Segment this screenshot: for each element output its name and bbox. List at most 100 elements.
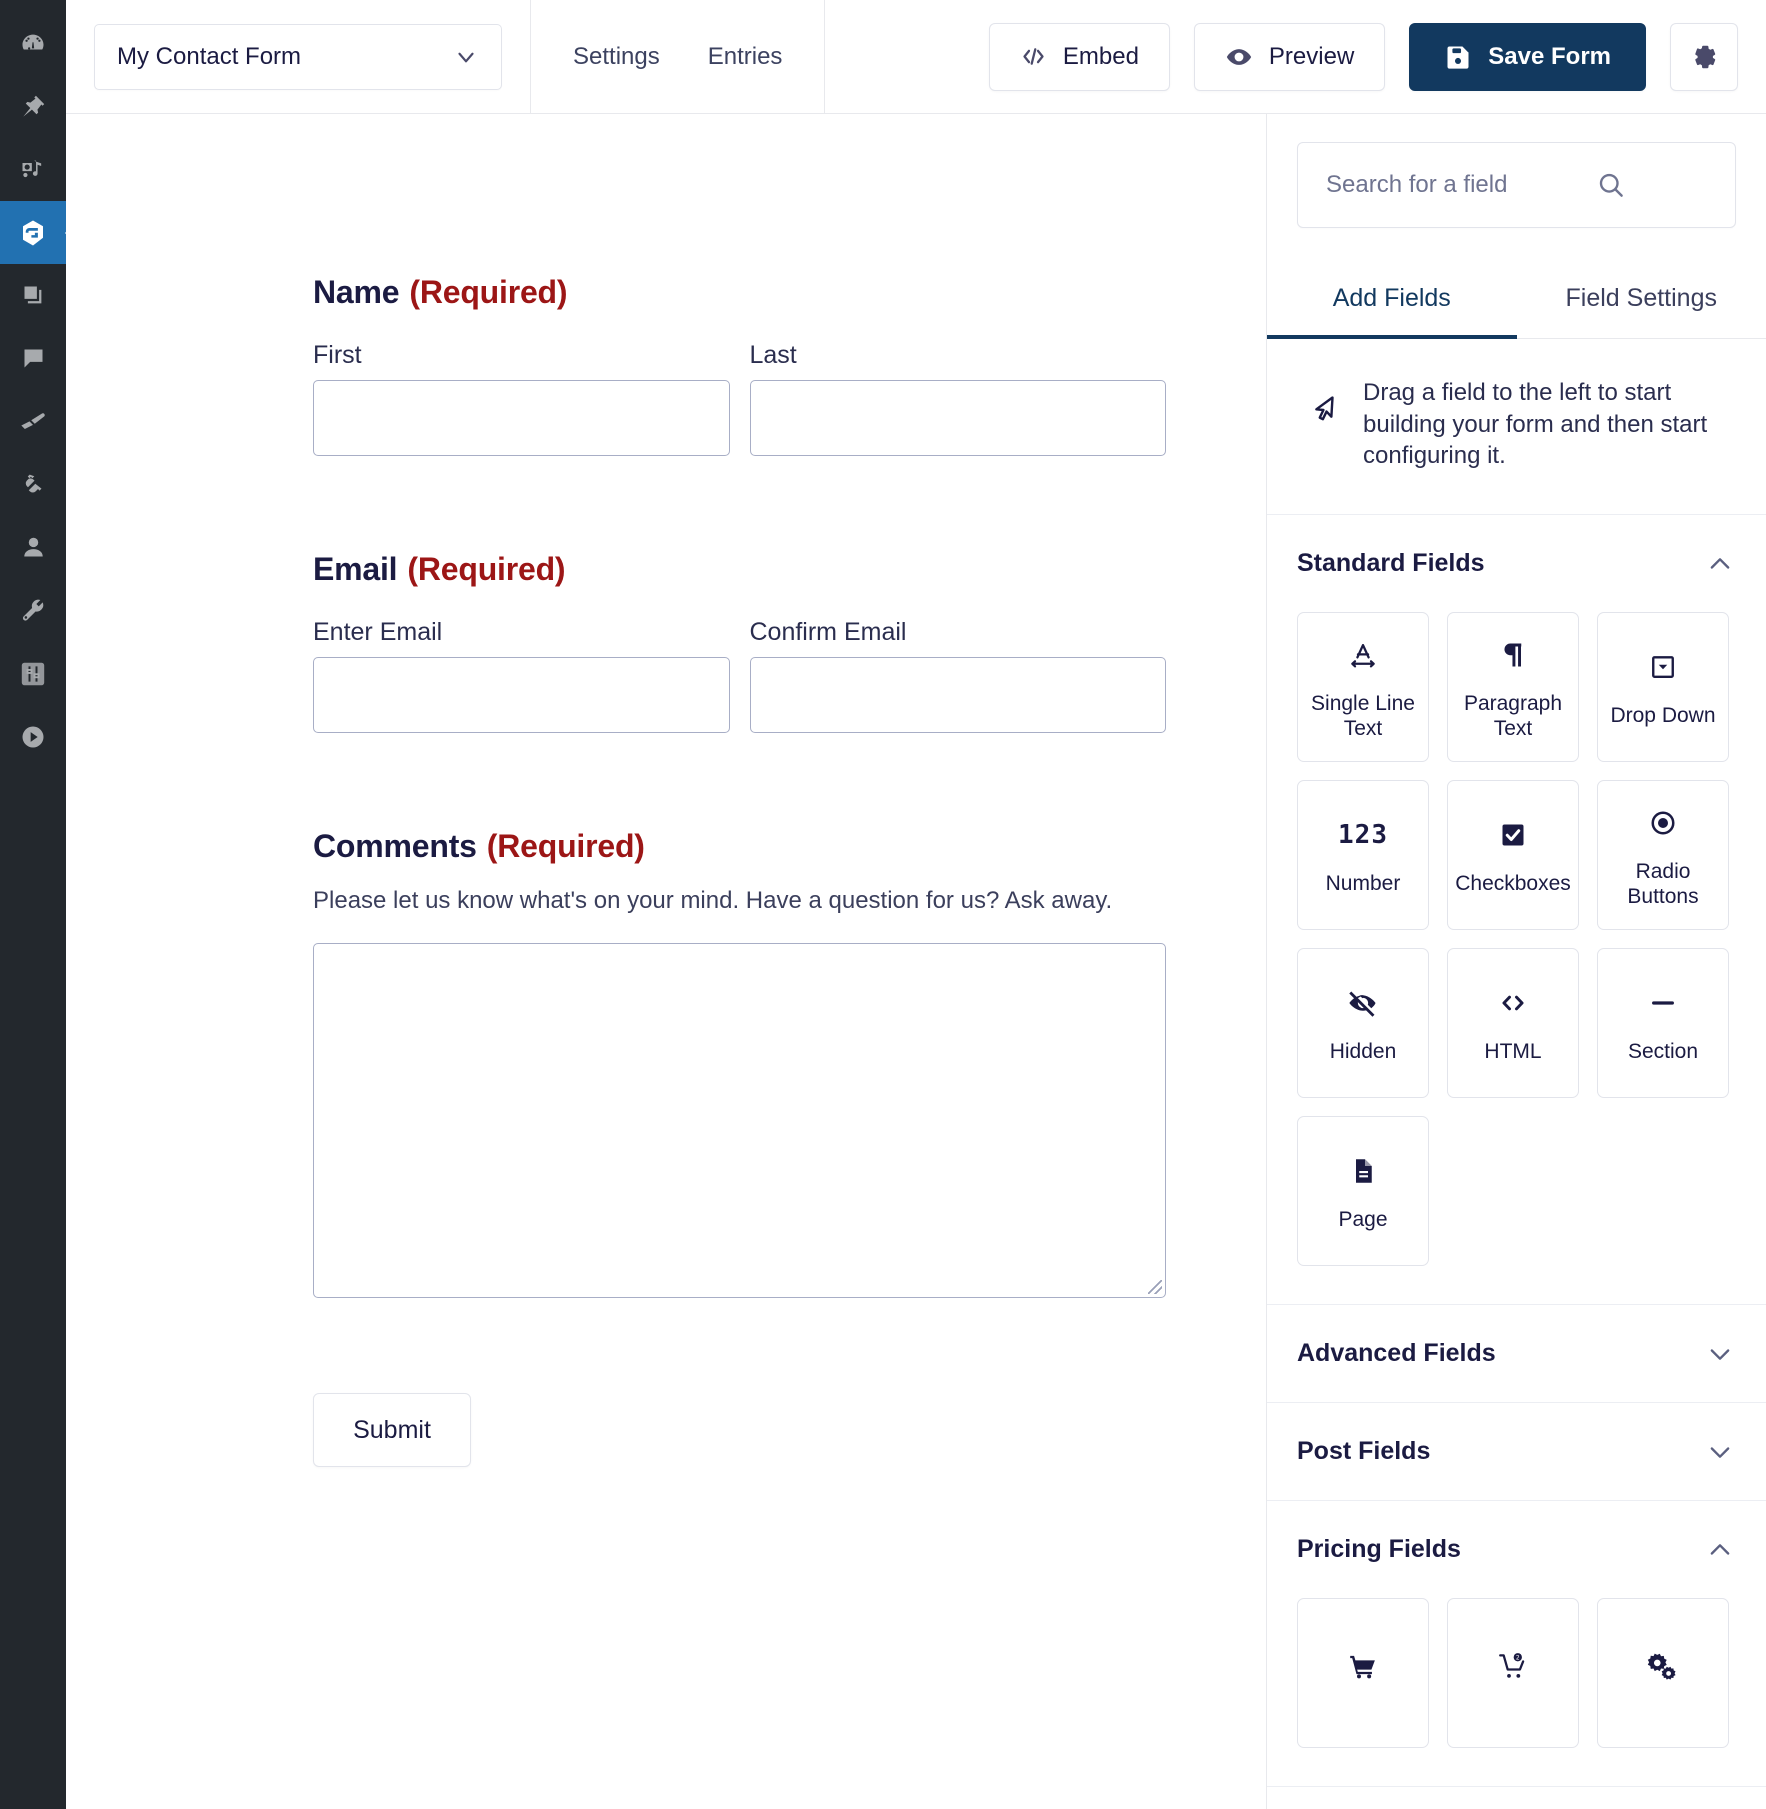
subfield-label: Enter Email bbox=[313, 618, 443, 646]
form-switcher-wrap: My Contact Form bbox=[66, 23, 530, 90]
form-settings-gear-button[interactable] bbox=[1670, 22, 1738, 91]
sidebar-item-gravity-forms[interactable] bbox=[0, 201, 74, 264]
paragraph-icon bbox=[1497, 633, 1529, 677]
tab-add-fields[interactable]: Add Fields bbox=[1267, 266, 1517, 339]
enter-email-input[interactable] bbox=[313, 657, 730, 733]
gravity-forms-editor: My Contact Form Settings Entries Embed P… bbox=[0, 0, 1766, 1809]
section-advanced-fields: Advanced Fields bbox=[1267, 1305, 1766, 1404]
subfield-label: First bbox=[313, 341, 362, 369]
field-panel: Search for a field Add Fields Field Sett… bbox=[1266, 114, 1766, 1809]
panel-tabs: Add Fields Field Settings bbox=[1267, 266, 1766, 339]
field-tile-html[interactable]: HTML bbox=[1447, 948, 1579, 1099]
field-tile-product[interactable] bbox=[1297, 1598, 1429, 1749]
sidebar-item-appearance[interactable] bbox=[0, 390, 66, 453]
tab-settings[interactable]: Settings bbox=[549, 43, 684, 71]
field-tile-drop-down[interactable]: Drop Down bbox=[1597, 612, 1729, 763]
form-field-name[interactable]: Name (Required) First Last bbox=[313, 274, 1166, 456]
panel-hint-text: Drag a field to the left to start buildi… bbox=[1363, 379, 1708, 470]
chevron-down-icon[interactable] bbox=[1706, 1438, 1734, 1466]
section-header-post-fields[interactable]: Post Fields bbox=[1267, 1403, 1766, 1500]
save-form-button[interactable]: Save Form bbox=[1409, 22, 1646, 91]
sidebar-item-pages[interactable] bbox=[0, 264, 66, 327]
gear-icon bbox=[1689, 42, 1719, 72]
section-title: Standard Fields bbox=[1297, 549, 1485, 578]
sidebar-item-media[interactable] bbox=[0, 138, 66, 201]
chevron-up-icon[interactable] bbox=[1706, 1536, 1734, 1564]
field-tile-single-line-text[interactable]: Single Line Text bbox=[1297, 612, 1429, 763]
sidebar-item-dashboard[interactable] bbox=[0, 12, 66, 75]
section-header-pricing-fields[interactable]: Pricing Fields bbox=[1267, 1501, 1766, 1598]
field-tile-checkboxes[interactable]: Checkboxes bbox=[1447, 780, 1579, 931]
media-icon bbox=[19, 156, 47, 184]
pin-icon bbox=[19, 93, 47, 121]
embed-button[interactable]: Embed bbox=[988, 22, 1170, 91]
field-tile-label: Drop Down bbox=[1610, 704, 1716, 728]
submit-button[interactable]: Submit bbox=[313, 1393, 471, 1467]
tab-entries[interactable]: Entries bbox=[684, 43, 807, 71]
field-tile-label: Number bbox=[1325, 872, 1401, 896]
form-field-email[interactable]: Email (Required) Enter Email Confirm Emai… bbox=[313, 551, 1166, 733]
field-description: Please let us know what's on your mind. … bbox=[313, 887, 1113, 914]
sidebar-item-pins[interactable] bbox=[0, 75, 66, 138]
sidebar-item-media-player[interactable] bbox=[0, 705, 66, 768]
gears-icon bbox=[1647, 1644, 1679, 1688]
sidebar-item-settings[interactable] bbox=[0, 642, 66, 705]
user-icon bbox=[20, 534, 47, 561]
field-subrow: Enter Email Confirm Email bbox=[313, 618, 1166, 733]
sidebar-item-plugins[interactable] bbox=[0, 453, 66, 516]
floppy-disk-icon bbox=[1444, 43, 1472, 71]
required-indicator: (Required) bbox=[486, 828, 645, 864]
resize-grip-icon[interactable] bbox=[1148, 1280, 1162, 1294]
field-tile-section[interactable]: Section bbox=[1597, 948, 1729, 1099]
field-tile-page[interactable]: Page bbox=[1297, 1116, 1429, 1267]
search-field-box[interactable]: Search for a field bbox=[1297, 142, 1736, 228]
tab-field-settings[interactable]: Field Settings bbox=[1517, 266, 1766, 339]
field-tile-label: Hidden bbox=[1329, 1040, 1397, 1064]
confirm-email-input[interactable] bbox=[749, 657, 1166, 733]
page-document-icon bbox=[1348, 1149, 1378, 1193]
field-tile-hidden[interactable]: Hidden bbox=[1297, 948, 1429, 1099]
sidebar-item-tools[interactable] bbox=[0, 579, 66, 642]
field-tile-paragraph-text[interactable]: Paragraph Text bbox=[1447, 612, 1579, 763]
pricing-field-tiles: 2 bbox=[1267, 1598, 1766, 1786]
toolbar-divider-right bbox=[824, 0, 826, 113]
sidebar-item-users[interactable] bbox=[0, 516, 66, 579]
sliders-icon bbox=[19, 660, 47, 688]
preview-button[interactable]: Preview bbox=[1193, 22, 1386, 91]
field-label: Comments (Required) bbox=[313, 828, 1166, 865]
shopping-cart-quantity-icon: 2 bbox=[1497, 1644, 1529, 1688]
sidebar-item-comments[interactable] bbox=[0, 327, 66, 390]
first-name-input[interactable] bbox=[313, 380, 730, 456]
field-subrow: First Last bbox=[313, 341, 1166, 456]
form-canvas: Name (Required) First Last Email (Requir… bbox=[66, 114, 1266, 1809]
comments-textarea[interactable] bbox=[313, 943, 1166, 1298]
search-icon[interactable] bbox=[1596, 170, 1707, 200]
editor-body: Name (Required) First Last Email (Requir… bbox=[66, 114, 1766, 1809]
subfield-label: Last bbox=[749, 341, 797, 369]
field-tile-radio-buttons[interactable]: Radio Buttons bbox=[1597, 780, 1729, 931]
section-header-standard-fields[interactable]: Standard Fields bbox=[1267, 515, 1766, 612]
section-title: Pricing Fields bbox=[1297, 1535, 1461, 1564]
field-tile-quantity[interactable]: 2 bbox=[1447, 1598, 1579, 1749]
field-tile-option[interactable] bbox=[1597, 1598, 1729, 1749]
panel-hint: Drag a field to the left to start buildi… bbox=[1267, 339, 1766, 516]
field-label-text: Comments bbox=[313, 828, 477, 864]
field-tile-label: Section bbox=[1627, 1040, 1699, 1064]
eye-slash-icon bbox=[1347, 981, 1379, 1025]
field-tile-number[interactable]: 123 Number bbox=[1297, 780, 1429, 931]
single-line-text-icon bbox=[1347, 633, 1379, 677]
form-switcher[interactable]: My Contact Form bbox=[94, 23, 502, 90]
last-name-input[interactable] bbox=[749, 380, 1166, 456]
field-label-text: Name bbox=[313, 274, 400, 310]
standard-field-tiles: Single Line Text Paragraph Text Drop Dow… bbox=[1267, 612, 1766, 1304]
chevron-up-icon[interactable] bbox=[1706, 550, 1734, 578]
wrench-icon bbox=[19, 597, 47, 625]
chevron-down-icon[interactable] bbox=[1706, 1340, 1734, 1368]
pages-icon bbox=[20, 282, 47, 309]
horizontal-rule-icon bbox=[1647, 981, 1679, 1025]
field-tile-label: Paragraph Text bbox=[1463, 691, 1563, 741]
code-brackets-icon bbox=[1497, 981, 1529, 1025]
form-field-comments[interactable]: Comments (Required) Please let us know wh… bbox=[313, 828, 1166, 1298]
section-header-advanced-fields[interactable]: Advanced Fields bbox=[1267, 1305, 1766, 1402]
search-input-placeholder[interactable]: Search for a field bbox=[1326, 171, 1588, 199]
